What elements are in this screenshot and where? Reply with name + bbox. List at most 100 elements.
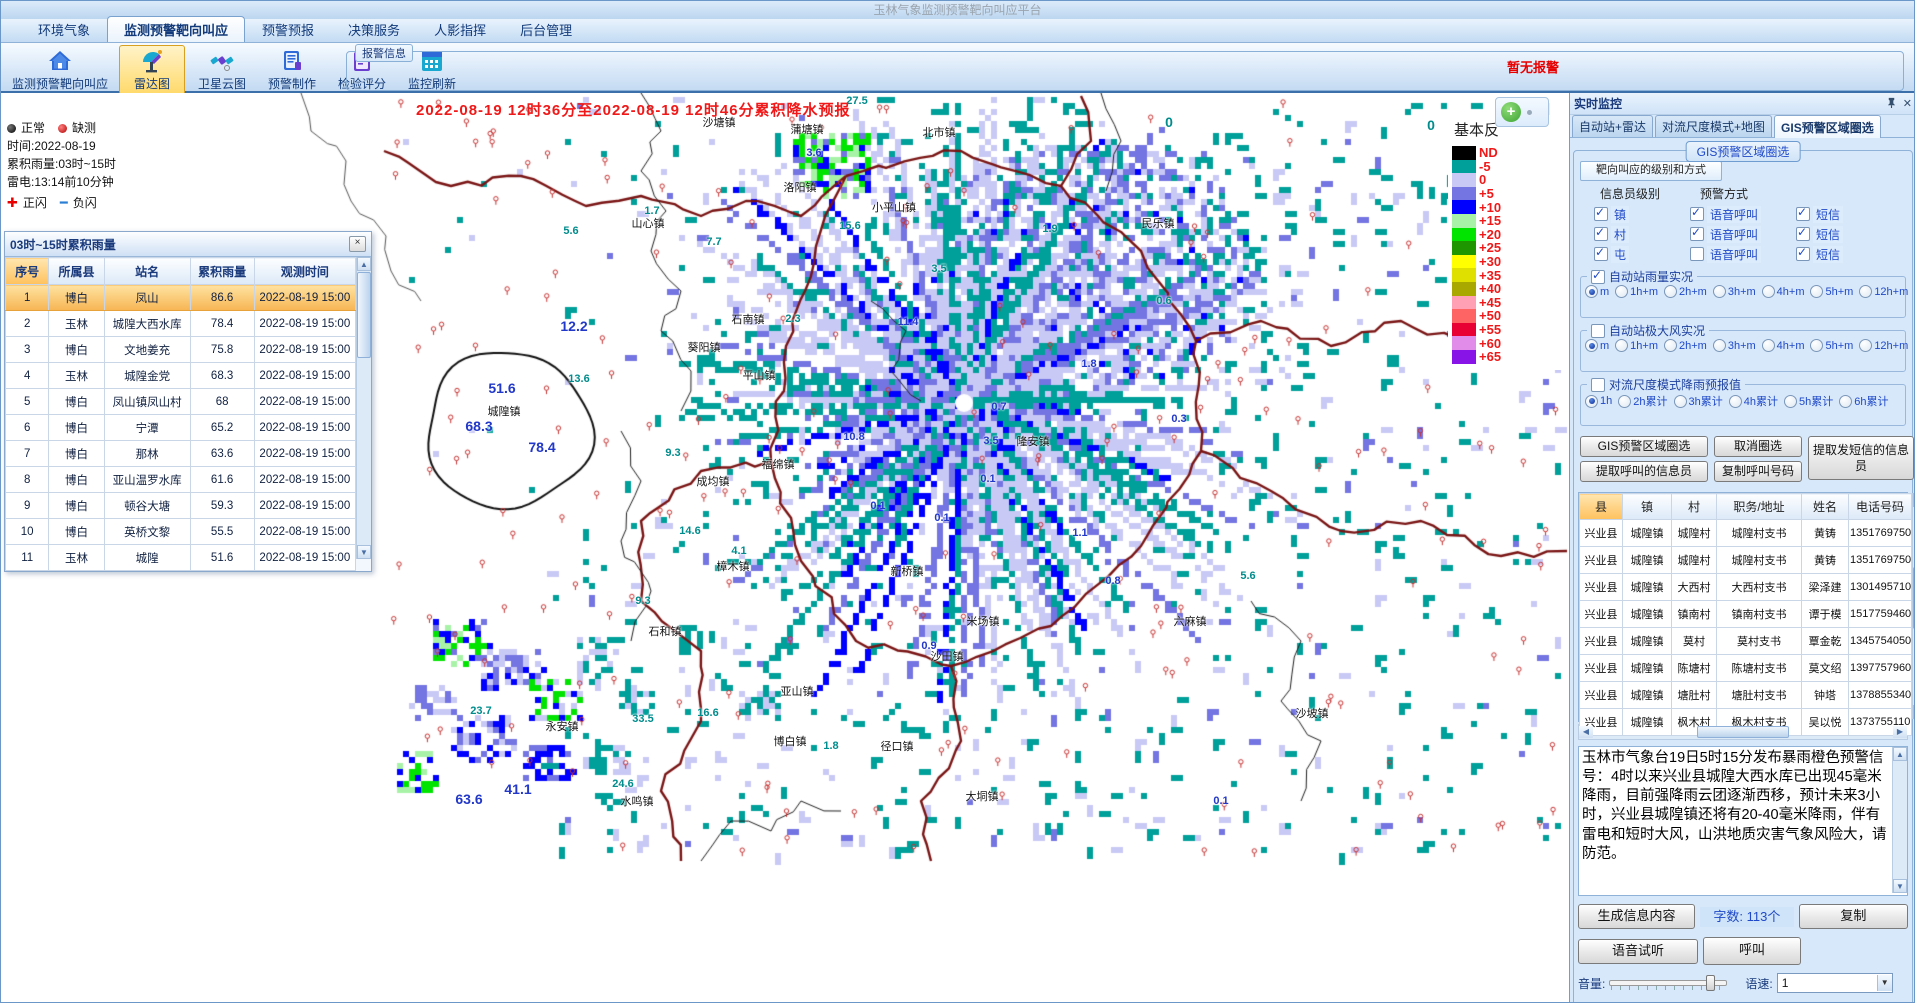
contacts-header-4[interactable]: 姓名 <box>1802 494 1849 520</box>
radio-icon[interactable] <box>1664 339 1677 352</box>
radio-icon[interactable] <box>1713 339 1726 352</box>
table-row[interactable]: 7博白那林63.62022-08-19 15:00 <box>6 441 356 467</box>
extract-call-contacts-button[interactable]: 提取呼叫的信息员 <box>1580 461 1708 482</box>
gis-select-button[interactable]: GIS预警区域圈选 <box>1580 436 1708 457</box>
table-row[interactable]: 8博白亚山温罗水库61.62022-08-19 15:00 <box>6 467 356 493</box>
scroll-up-icon[interactable]: ▲ <box>357 257 371 271</box>
radio-icon[interactable] <box>1859 285 1872 298</box>
rain-table-titlebar[interactable]: 03时~15时累积雨量 × <box>5 232 371 257</box>
radio-icon[interactable] <box>1713 285 1726 298</box>
panel-tab-1[interactable]: 对流尺度模式+地图 <box>1655 115 1772 137</box>
sms-checkbox[interactable]: 短信 <box>1796 206 1843 223</box>
message-scrollbar[interactable]: ▲ ▼ <box>1892 747 1907 893</box>
checkbox-icon[interactable] <box>1594 207 1608 221</box>
sms-checkbox[interactable]: 短信 <box>1796 246 1843 263</box>
speed-select[interactable]: 1 ▼ <box>1777 973 1893 993</box>
radio-option[interactable]: 4h累计 <box>1729 393 1778 409</box>
level-mode-button[interactable]: 靶向叫应的级别和方式 <box>1580 161 1722 181</box>
menu-tab-2[interactable]: 预警预报 <box>245 16 331 42</box>
checkbox-icon[interactable] <box>1690 207 1704 221</box>
panel-tab-2[interactable]: GIS预警区域圈选 <box>1774 115 1881 138</box>
table-row[interactable]: 3博白文地姜充75.82022-08-19 15:00 <box>6 337 356 363</box>
toolbar-button-0[interactable]: 监测预警靶向叫应 <box>5 45 115 95</box>
generate-message-button[interactable]: 生成信息内容 <box>1578 904 1695 929</box>
radio-option[interactable]: 12h+m <box>1859 339 1908 352</box>
radio-icon[interactable] <box>1810 339 1823 352</box>
call-button[interactable]: 呼叫 <box>1703 937 1801 965</box>
radio-icon[interactable] <box>1615 285 1628 298</box>
table-row[interactable]: 9博白顿谷大塘59.32022-08-19 15:00 <box>6 493 356 519</box>
radio-option[interactable]: 3h累计 <box>1674 393 1723 409</box>
checkbox-icon[interactable] <box>1594 247 1608 261</box>
scrollbar-thumb[interactable] <box>1697 726 1789 738</box>
radio-icon[interactable] <box>1784 395 1797 408</box>
level-checkbox-村[interactable]: 村 <box>1578 226 1690 243</box>
rain-table-header-3[interactable]: 累积雨量 <box>190 258 254 285</box>
radio-option[interactable]: 1h+m <box>1615 285 1658 298</box>
radio-icon[interactable] <box>1585 285 1598 298</box>
panel-tab-0[interactable]: 自动站+雷达 <box>1572 115 1653 137</box>
rain-table-header-1[interactable]: 所属县 <box>49 258 104 285</box>
toolbar-button-2[interactable]: 卫星云图 <box>189 45 255 95</box>
close-icon[interactable]: × <box>349 236 366 252</box>
table-row[interactable]: 兴业县城隍镇陈塘村陈塘村支书莫文绍1397757960 <box>1580 655 1912 682</box>
menu-tab-5[interactable]: 后台管理 <box>503 16 589 42</box>
radio-option[interactable]: 1h+m <box>1615 339 1658 352</box>
radar-map[interactable]: 沙塘镇蒲塘镇北市镇洛阳镇小平山镇山心镇民乐镇石南镇葵阳镇平山镇城隍镇隆安镇福绵镇… <box>1 93 1569 1003</box>
checkbox-icon[interactable] <box>1594 227 1608 241</box>
table-row[interactable]: 兴业县城隍镇城隍村城隍村支书黄铸1351769750 <box>1580 547 1912 574</box>
voice-preview-button[interactable]: 语音试听 <box>1578 939 1698 964</box>
radio-option[interactable]: 3h+m <box>1713 339 1756 352</box>
table-row[interactable]: 6博白宁潭65.22022-08-19 15:00 <box>6 415 356 441</box>
toolbar-button-3[interactable]: 预警制作 <box>259 45 325 95</box>
radio-icon[interactable] <box>1762 339 1775 352</box>
contacts-header-0[interactable]: 县 <box>1580 494 1623 520</box>
voice-checkbox[interactable]: 语音呼叫 <box>1690 206 1796 223</box>
warning-message-text[interactable]: 玉林市气象台19日5时15分发布暴雨橙色预警信号：4时以来兴业县城隍大西水库已出… <box>1579 747 1892 895</box>
radio-icon[interactable] <box>1729 395 1742 408</box>
radio-option[interactable]: m <box>1585 285 1609 298</box>
checkbox-icon[interactable] <box>1690 227 1704 241</box>
scroll-down-icon[interactable]: ▼ <box>1893 879 1907 893</box>
radio-option[interactable]: 12h+m <box>1859 285 1908 298</box>
checkbox-icon[interactable] <box>1796 207 1810 221</box>
radio-option[interactable]: 6h累计 <box>1839 393 1888 409</box>
sms-checkbox[interactable]: 短信 <box>1796 226 1843 243</box>
radio-option[interactable]: 4h+m <box>1762 285 1805 298</box>
radio-option[interactable]: 5h+m <box>1810 339 1853 352</box>
radio-icon[interactable] <box>1618 395 1631 408</box>
radio-option[interactable]: 4h+m <box>1762 339 1805 352</box>
radio-option[interactable]: 1h <box>1585 395 1612 408</box>
scrollbar-thumb[interactable] <box>357 272 371 358</box>
level-checkbox-屯[interactable]: 屯 <box>1578 246 1690 263</box>
table-row[interactable]: 1博白凤山86.62022-08-19 15:00 <box>6 285 356 311</box>
menu-tab-3[interactable]: 决策服务 <box>331 16 417 42</box>
radio-option[interactable]: 5h+m <box>1810 285 1853 298</box>
scroll-right-icon[interactable]: ▶ <box>1893 726 1907 738</box>
toolbar-button-1[interactable]: 雷达图 <box>119 45 185 95</box>
voice-checkbox[interactable]: 语音呼叫 <box>1690 246 1796 263</box>
rain-table-header-0[interactable]: 序号 <box>6 258 49 285</box>
rain-table-scrollbar[interactable]: ▲ ▼ <box>356 257 371 559</box>
radio-icon[interactable] <box>1839 395 1852 408</box>
rain-table-header-2[interactable]: 站名 <box>104 258 190 285</box>
table-row[interactable]: 兴业县城隍镇莫村莫村支书覃金乾1345754050 <box>1580 628 1912 655</box>
radio-icon[interactable] <box>1664 285 1677 298</box>
voice-checkbox[interactable]: 语音呼叫 <box>1690 226 1796 243</box>
contacts-header-2[interactable]: 村 <box>1672 494 1717 520</box>
scroll-left-icon[interactable]: ◀ <box>1579 726 1593 738</box>
contacts-header-1[interactable]: 镇 <box>1623 494 1672 520</box>
checkbox-icon[interactable] <box>1796 227 1810 241</box>
radio-icon[interactable] <box>1585 339 1598 352</box>
radio-option[interactable]: 5h累计 <box>1784 393 1833 409</box>
radio-option[interactable]: 3h+m <box>1713 285 1756 298</box>
volume-slider[interactable] <box>1609 975 1727 991</box>
table-row[interactable]: 兴业县城隍镇镇南村镇南村支书谭于模1517759460 <box>1580 601 1912 628</box>
scroll-up-icon[interactable]: ▲ <box>1893 747 1907 761</box>
radio-option[interactable]: 2h+m <box>1664 339 1707 352</box>
radio-option[interactable]: 2h累计 <box>1618 393 1667 409</box>
cancel-select-button[interactable]: 取消圈选 <box>1714 436 1802 457</box>
radio-icon[interactable] <box>1615 339 1628 352</box>
menu-tab-1[interactable]: 监测预警靶向叫应 <box>107 16 245 42</box>
close-icon[interactable]: ✕ <box>1903 98 1912 110</box>
